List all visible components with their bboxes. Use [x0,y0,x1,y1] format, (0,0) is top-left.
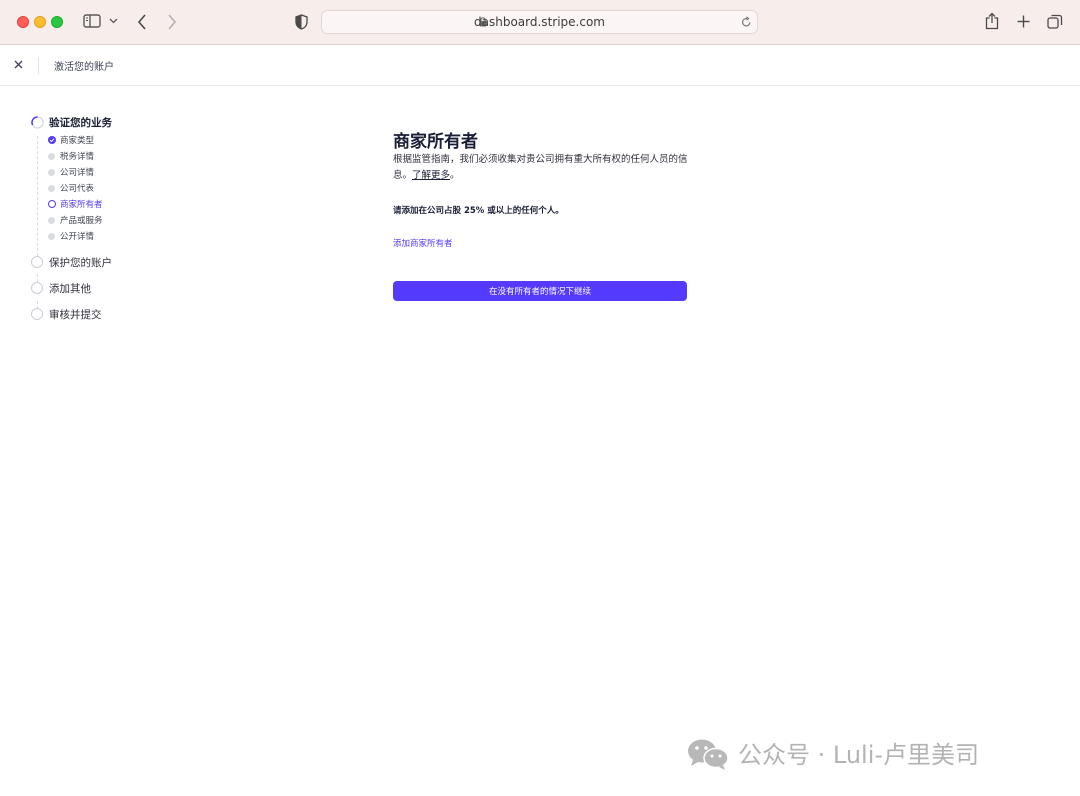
back-icon[interactable] [137,14,147,30]
pending-dot-icon [48,169,55,176]
minimize-window-button[interactable] [34,16,46,28]
continue-without-owners-button[interactable]: 在没有所有者的情况下继续 [393,281,687,301]
substep-label: 公司详情 [60,168,95,178]
section-heading: 商家所有者 [393,132,478,152]
pending-dot-icon [48,153,55,160]
in-progress-icon [31,116,44,129]
url-text: dashboard.stripe.com [474,15,605,29]
wechat-logo-icon [688,739,729,770]
current-dot-icon [48,200,56,208]
address-bar[interactable]: dashboard.stripe.com [321,10,758,34]
description-end: 。 [450,169,460,181]
pending-step-icon [31,282,43,294]
pending-dot-icon [48,217,55,224]
tab-overview-icon[interactable] [1047,14,1063,30]
pending-dot-icon [48,233,55,240]
pending-step-icon [31,256,43,268]
substep-label: 税务详情 [60,152,95,162]
browser-toolbar: dashboard.stripe.com [0,0,1080,45]
activation-header: 激活您的账户 [0,45,1080,86]
new-tab-icon[interactable] [1017,15,1030,28]
learn-more-link[interactable]: 了解更多 [412,170,450,181]
substep-label: 商家类型 [60,136,95,146]
substep-label: 公开详情 [60,232,95,242]
ownership-requirement-text: 请添加在公司占股 25% 或以上的任何个人。 [393,206,564,216]
add-business-owner-link[interactable]: 添加商家所有者 [393,237,453,249]
activation-steps-sidebar: 验证您的业务 商家类型 税务详情 公司详情 公司代表 商家所有者 产品或服务 公… [0,86,300,386]
forward-icon[interactable] [167,14,177,30]
pending-dot-icon [48,185,55,192]
close-window-button[interactable] [17,16,29,28]
privacy-shield-icon[interactable] [295,14,308,30]
close-icon[interactable] [13,59,24,70]
substep-label: 商家所有者 [60,200,103,210]
step-label: 保护您的账户 [49,257,112,269]
step-connector [37,136,38,256]
substep-label: 公司代表 [60,184,95,194]
page-title: 激活您的账户 [54,62,114,73]
step-label: 审核并提交 [49,309,102,321]
header-divider [38,57,39,74]
step-label: 验证您的业务 [49,117,112,129]
section-description: 根据监管指南，我们必须收集对贵公司拥有重大所有权的任何人员的信息。了解更多。 [393,152,693,183]
chevron-down-icon[interactable] [109,18,118,24]
share-icon[interactable] [985,12,999,30]
pending-step-icon [31,308,43,320]
step-label: 添加其他 [49,283,91,295]
sidebar-toggle-icon[interactable] [83,14,101,28]
zoom-window-button[interactable] [51,16,63,28]
watermark-text: 公众号 · Luli-卢里美司 [738,741,980,769]
reload-icon[interactable] [741,16,752,28]
check-icon [48,136,56,144]
substep-label: 产品或服务 [60,216,103,226]
